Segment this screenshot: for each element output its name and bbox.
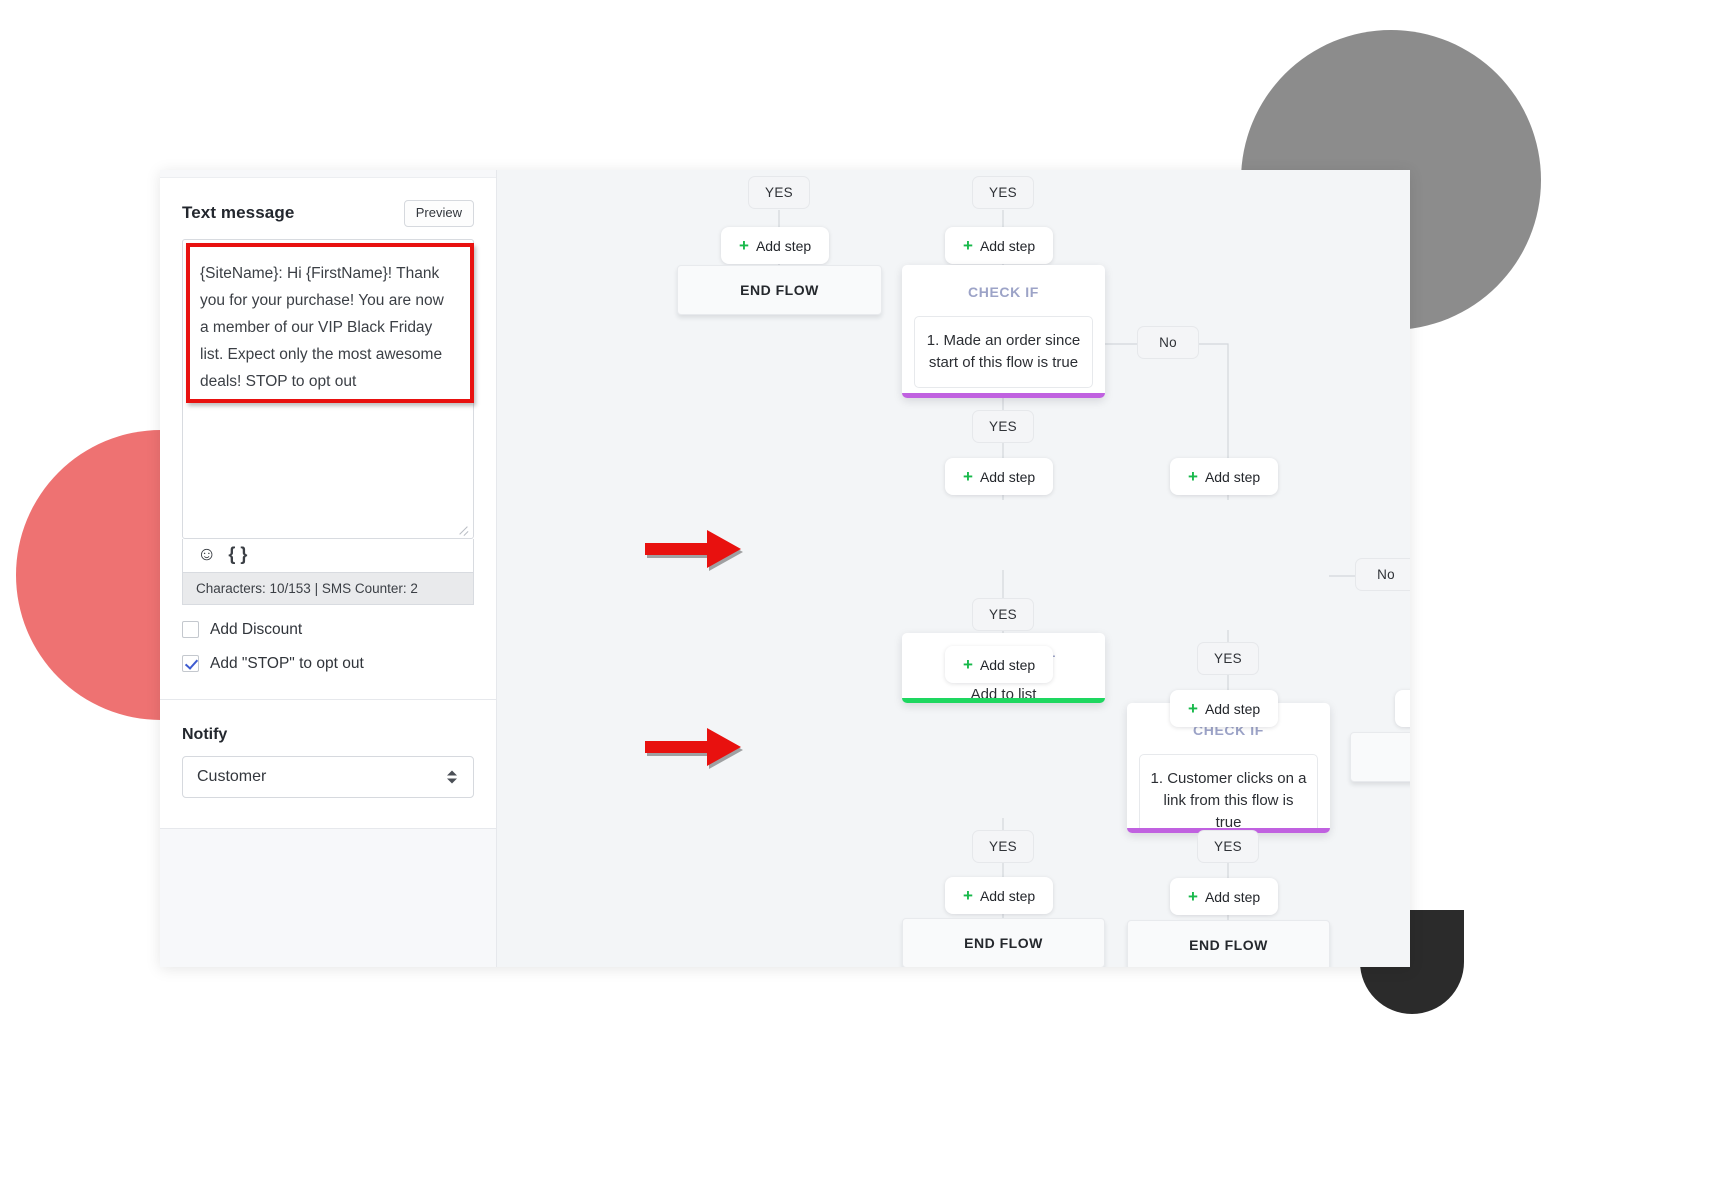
flow-canvas[interactable]: YES + Add step END FLOW YES + Add step C… [497, 170, 1410, 967]
add-step-button-above-action-sms[interactable]: + Add step [945, 646, 1053, 683]
notify-panel: Notify Customer [160, 700, 496, 829]
text-message-panel: Text message Preview ☺ { } Characters: 1… [160, 178, 496, 700]
add-step-label: Add step [980, 888, 1035, 904]
add-stop-row[interactable]: Add "STOP" to opt out [182, 655, 474, 673]
add-step-label: Add step [980, 238, 1035, 254]
plus-icon: + [1188, 888, 1198, 905]
text-message-header: Text message Preview [182, 200, 474, 227]
add-step-label: Add step [1205, 889, 1260, 905]
add-stop-checkbox[interactable] [182, 655, 199, 672]
plus-icon: + [1188, 468, 1198, 485]
message-textarea-wrapper [182, 239, 474, 539]
add-step-button-above-action-list-1[interactable]: + Add step [945, 458, 1053, 495]
add-step-label: Add step [756, 238, 811, 254]
add-step-button-above-check-if-click[interactable]: + Add step [1170, 458, 1278, 495]
stepper-caret-icon[interactable] [447, 770, 457, 783]
notify-label: Notify [182, 726, 474, 744]
yes-pill-branch-b: YES [972, 176, 1034, 209]
merge-tag-icon[interactable]: { } [228, 545, 247, 563]
end-flow-node-list-2[interactable]: END FLOW [1127, 920, 1330, 967]
yes-pill-check-if-click: YES [1197, 642, 1259, 675]
card-accent-bar [902, 393, 1105, 398]
add-step-label: Add step [980, 469, 1035, 485]
add-discount-row[interactable]: Add Discount [182, 621, 474, 639]
card-accent-bar [902, 698, 1105, 703]
add-step-button-above-end-flow-list-2[interactable]: + Add step [1170, 878, 1278, 915]
check-if-order-title: CHECK IF [902, 265, 1105, 300]
plus-icon: + [963, 468, 973, 485]
add-step-button-above-check-if-order[interactable]: + Add step [945, 227, 1053, 264]
end-flow-node-branch-a[interactable]: END FLOW [677, 265, 882, 315]
message-editor-toolbar: ☺ { } [182, 539, 474, 573]
yes-pill-action-list-1: YES [972, 598, 1034, 631]
emoji-icon[interactable]: ☺ [197, 545, 216, 564]
check-if-click-condition: 1. Customer clicks on a link from this f… [1139, 754, 1318, 833]
add-step-label: Add step [1205, 469, 1260, 485]
text-message-label: Text message [182, 203, 294, 223]
add-discount-checkbox[interactable] [182, 621, 199, 638]
no-pill-check-if-order: No [1137, 326, 1199, 359]
add-discount-label: Add Discount [210, 621, 302, 639]
notify-selected-value: Customer [197, 768, 266, 786]
yes-pill-action-sms: YES [972, 830, 1034, 863]
add-step-button-branch-a[interactable]: + Add step [721, 227, 829, 264]
check-if-order-card[interactable]: CHECK IF 1. Made an order since start of… [902, 265, 1105, 398]
end-flow-node-sms[interactable]: END FLOW [902, 918, 1105, 967]
character-counter: Characters: 10/153 | SMS Counter: 2 [182, 573, 474, 605]
sidebar-top-strip [160, 170, 496, 178]
plus-icon: + [963, 656, 973, 673]
end-flow-node-no-branch[interactable]: END FLOW [1350, 732, 1410, 782]
preview-button[interactable]: Preview [404, 200, 474, 227]
plus-icon: + [1188, 700, 1198, 717]
add-step-label: Add step [980, 657, 1035, 673]
notify-select[interactable]: Customer [182, 756, 474, 798]
add-step-button-above-end-flow-sms[interactable]: + Add step [945, 877, 1053, 914]
no-pill-check-if-click: No [1355, 558, 1410, 591]
add-stop-label: Add "STOP" to opt out [210, 655, 364, 673]
plus-icon: + [739, 237, 749, 254]
app-window: Text message Preview ☺ { } Characters: 1… [160, 170, 1410, 967]
sms-step-settings-sidebar: Text message Preview ☺ { } Characters: 1… [160, 170, 497, 967]
sidebar-spacer [160, 829, 496, 967]
add-step-label: Add step [1205, 701, 1260, 717]
message-textarea[interactable] [183, 240, 473, 538]
annotation-arrow-to-action-sms [645, 728, 755, 772]
yes-pill-branch-a: YES [748, 176, 810, 209]
check-if-order-condition: 1. Made an order since start of this flo… [914, 316, 1093, 388]
add-step-button-no-branch[interactable]: + Add step [1395, 690, 1410, 727]
plus-icon: + [963, 237, 973, 254]
add-step-button-above-action-list-2[interactable]: + Add step [1170, 690, 1278, 727]
screenshot-root: Text message Preview ☺ { } Characters: 1… [0, 0, 1733, 1182]
annotation-arrow-to-action-list [645, 530, 755, 574]
yes-pill-check-if-order: YES [972, 410, 1034, 443]
yes-pill-action-list-2: YES [1197, 830, 1259, 863]
plus-icon: + [963, 887, 973, 904]
